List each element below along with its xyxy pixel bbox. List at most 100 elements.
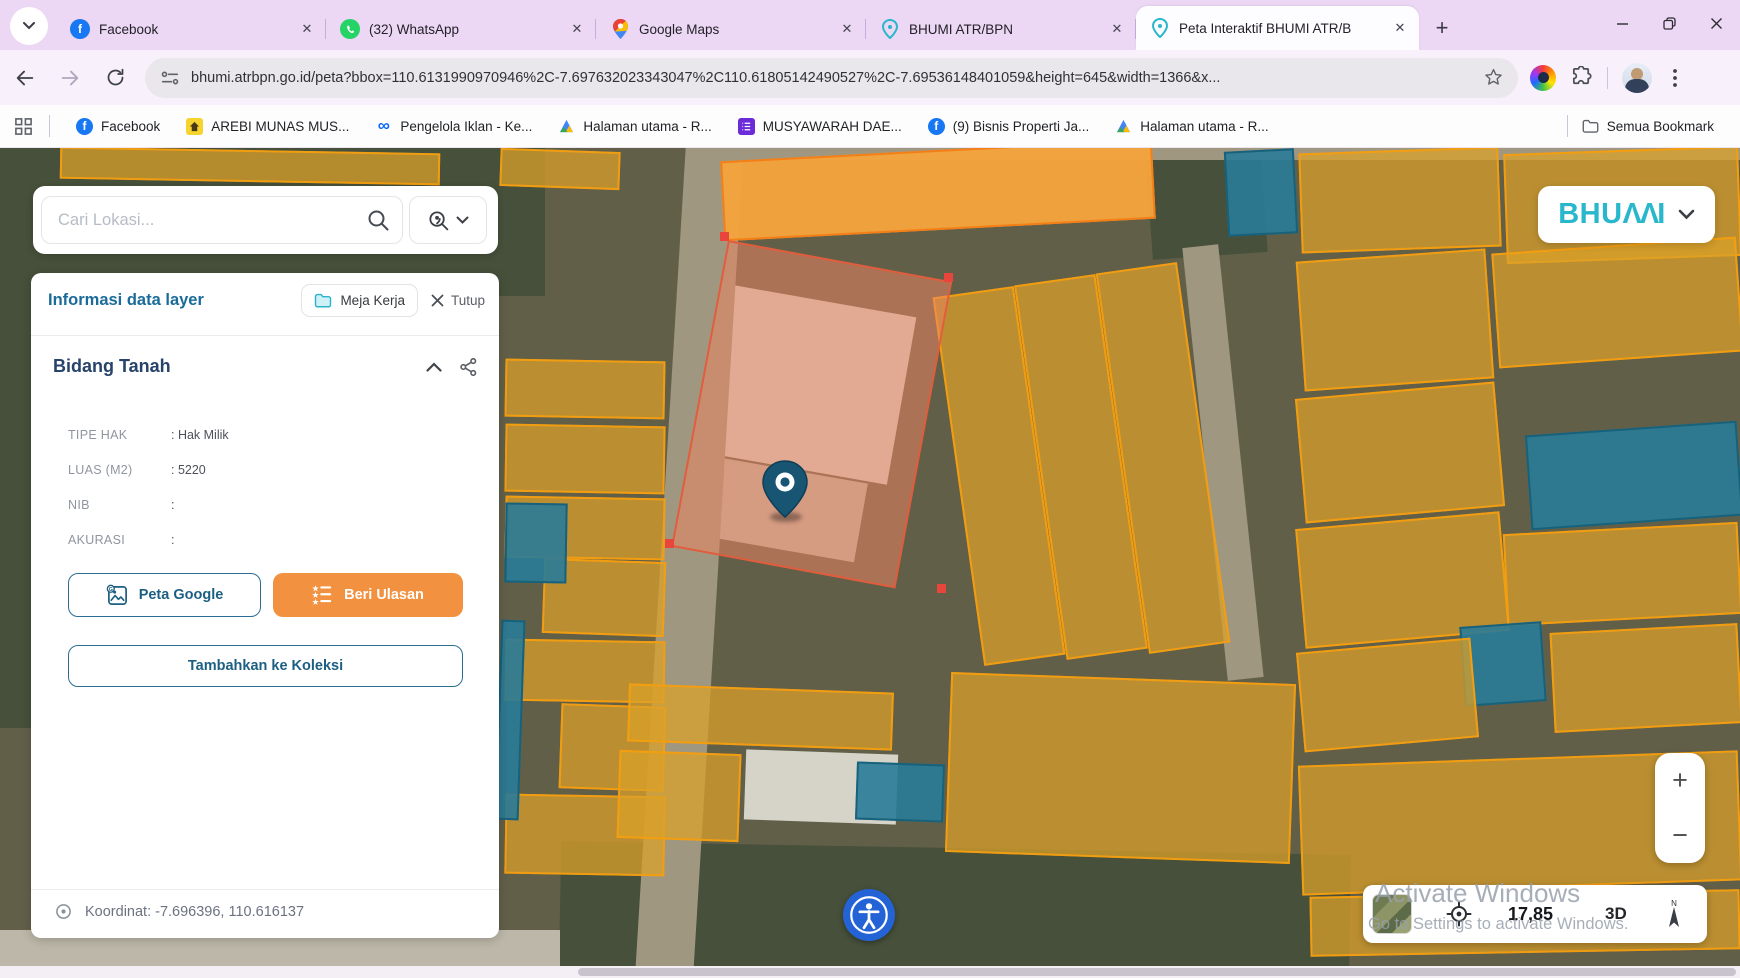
map-parcel (617, 750, 742, 842)
basemap-thumbnail[interactable] (1372, 894, 1412, 934)
search-input[interactable] (58, 211, 366, 230)
extension-colorful-icon[interactable] (1530, 65, 1556, 91)
browser-menu-icon[interactable] (1666, 68, 1684, 88)
panel-footer-divider (31, 889, 499, 890)
address-bar[interactable]: bhumi.atrbpn.go.id/peta?bbox=110.6131990… (145, 58, 1518, 98)
layer-info-panel: Informasi data layer Meja Kerja Tutup Bi… (31, 273, 499, 938)
bookmark-halaman-utama-2[interactable]: Halaman utama - R... (1115, 118, 1268, 135)
accessibility-person-icon (849, 895, 889, 935)
chevron-down-icon (23, 22, 35, 30)
google-maps-icon (610, 19, 630, 39)
url-text[interactable]: bhumi.atrbpn.go.id/peta?bbox=110.6131990… (191, 70, 1483, 86)
map-control-bar: 17,85 3D N (1363, 885, 1707, 943)
map-marker-pin (762, 460, 808, 518)
profile-avatar[interactable] (1622, 63, 1652, 93)
map-parcel (1296, 638, 1479, 753)
window-minimize-button[interactable] (1599, 0, 1646, 46)
tab-title: Peta Interaktif BHUMI ATR/B (1179, 21, 1391, 36)
bhumi-pin-icon (880, 19, 900, 39)
field-label: NIB (68, 498, 171, 512)
tambahkan-ke-koleksi-button[interactable]: Tambahkan ke Koleksi (68, 645, 463, 687)
tab-facebook[interactable]: f Facebook ✕ (56, 8, 326, 50)
tab-close-icon[interactable]: ✕ (838, 20, 856, 38)
zoom-level-value: 17,85 (1508, 904, 1553, 925)
close-panel-button[interactable]: Tutup (431, 293, 485, 308)
bookmark-musyawarah[interactable]: MUSYAWARAH DAE... (738, 118, 902, 135)
bookmark-star-icon[interactable] (1483, 67, 1504, 88)
back-button[interactable] (5, 58, 45, 98)
map-parcel (1503, 522, 1740, 626)
extensions-puzzle-icon[interactable] (1570, 66, 1593, 89)
compass-button[interactable]: N (1663, 899, 1685, 929)
location-search-box[interactable] (41, 196, 403, 244)
map-parcel (504, 502, 567, 583)
field-value: : (171, 498, 174, 512)
tab-close-icon[interactable]: ✕ (1391, 19, 1409, 37)
svg-text:★: ★ (312, 598, 319, 605)
horizontal-scrollbar[interactable] (0, 966, 1740, 978)
workspace-folder-icon (314, 293, 332, 308)
bookmarks-bar: f Facebook AREBI MUNAS MUS... ∞ Pengelol… (0, 105, 1740, 148)
triangle-logo-icon (1115, 118, 1132, 135)
map-parcel (627, 683, 894, 750)
bookmark-arebi[interactable]: AREBI MUNAS MUS... (186, 118, 349, 135)
meja-kerja-button[interactable]: Meja Kerja (301, 284, 418, 317)
bookmark-pengelola-iklan[interactable]: ∞ Pengelola Iklan - Ke... (375, 118, 532, 135)
parcel-vertex-handle (944, 273, 953, 282)
zoom-out-button[interactable]: − (1672, 822, 1688, 849)
tab-close-icon[interactable]: ✕ (298, 20, 316, 38)
tab-close-icon[interactable]: ✕ (568, 20, 586, 38)
triangle-logo-icon (558, 118, 575, 135)
bookmark-bisnis-properti[interactable]: f (9) Bisnis Properti Ja... (928, 118, 1090, 135)
tab-peta-interaktif-active[interactable]: Peta Interaktif BHUMI ATR/B ✕ (1136, 6, 1419, 50)
search-mode-dropdown[interactable] (409, 196, 487, 244)
map-parcel (1550, 623, 1740, 733)
tab-bhumi[interactable]: BHUMI ATR/BPN ✕ (866, 8, 1136, 50)
coordinate-pin-icon (55, 903, 72, 920)
share-icon[interactable] (460, 358, 477, 376)
field-label: LUAS (M2) (68, 463, 171, 477)
tab-search-button[interactable] (10, 7, 48, 45)
map-parcel (505, 359, 666, 420)
coordinate-text: Koordinat: -7.696396, 110.616137 (85, 904, 304, 920)
bookmark-halaman-utama-1[interactable]: Halaman utama - R... (558, 118, 711, 135)
threed-toggle[interactable]: 3D (1605, 904, 1627, 924)
apps-grid-icon[interactable] (14, 117, 33, 136)
map-canvas[interactable]: BHUΛΛI Informasi data layer Meja Kerja T… (0, 148, 1740, 978)
map-parcel (1224, 148, 1298, 237)
map-parcel (945, 672, 1296, 864)
window-restore-button[interactable] (1646, 0, 1693, 46)
map-parcel (495, 620, 526, 821)
zoom-in-button[interactable]: + (1672, 767, 1688, 794)
reload-button[interactable] (95, 58, 135, 98)
all-bookmarks-button[interactable]: Semua Bookmark (1582, 119, 1714, 134)
field-label: AKURASI (68, 533, 171, 547)
accessibility-widget-button[interactable] (843, 889, 895, 941)
scrollbar-thumb[interactable] (578, 968, 1736, 976)
field-value: : (171, 533, 174, 547)
search-icon[interactable] (366, 208, 390, 232)
parcel-vertex-handle (937, 584, 946, 593)
tab-close-icon[interactable]: ✕ (1108, 20, 1126, 38)
map-parcel (1295, 382, 1505, 524)
peta-google-label: Peta Google (139, 587, 224, 603)
window-close-button[interactable] (1693, 0, 1740, 46)
whatsapp-icon (340, 19, 360, 39)
compass-needle-icon: N (1663, 899, 1685, 929)
forward-button[interactable] (50, 58, 90, 98)
bhumi-logo-dropdown[interactable]: BHUΛΛI (1538, 186, 1715, 243)
tab-whatsapp[interactable]: (32) WhatsApp ✕ (326, 8, 596, 50)
collapse-chevron-up-icon[interactable] (426, 362, 442, 372)
map-parcel (1525, 421, 1740, 531)
peta-google-button[interactable]: G Peta Google (68, 573, 261, 617)
window-controls (1599, 0, 1740, 46)
tab-google-maps[interactable]: Google Maps ✕ (596, 8, 866, 50)
beri-ulasan-button[interactable]: ★★★ Beri Ulasan (273, 573, 463, 617)
map-parcel (720, 148, 1156, 241)
review-stars-icon: ★★★ (312, 585, 334, 605)
locate-me-button[interactable] (1446, 901, 1472, 927)
site-settings-icon[interactable] (159, 68, 181, 88)
parcel-vertex-handle (720, 232, 729, 241)
new-tab-button[interactable]: + (1427, 13, 1457, 43)
bookmark-facebook[interactable]: f Facebook (76, 118, 160, 135)
